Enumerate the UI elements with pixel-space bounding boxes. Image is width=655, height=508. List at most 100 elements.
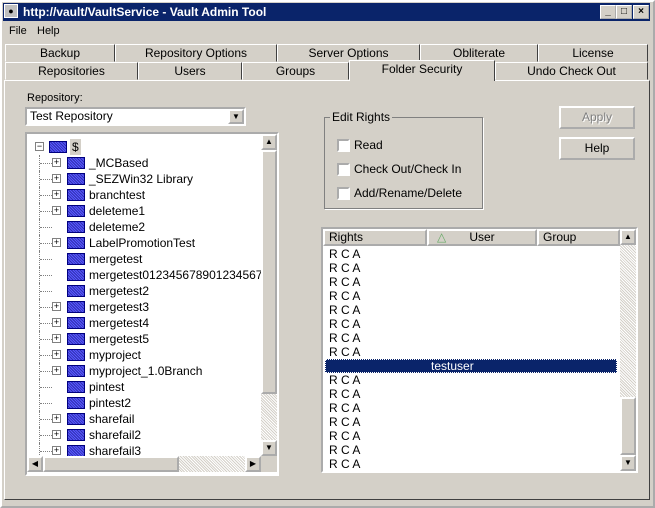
list-row[interactable]: R C A (325, 261, 617, 275)
scroll-left-button[interactable]: ◀ (27, 456, 43, 472)
tree-item[interactable]: mergetest01234567890123456789 (27, 267, 261, 283)
folder-tree[interactable]: − $ + _MCBased + _SEZWin32 Library + branchtest… (25, 132, 279, 476)
tree-item[interactable]: + sharefail2 (27, 427, 261, 443)
scroll-up-button[interactable]: ▲ (620, 229, 636, 245)
menu-help[interactable]: Help (37, 23, 60, 40)
maximize-button[interactable]: □ (616, 5, 632, 19)
column-header-group[interactable]: Group (537, 229, 620, 246)
expand-icon[interactable]: + (52, 414, 61, 423)
checkbox-add-rename-delete[interactable] (337, 187, 350, 200)
tree-item[interactable]: pintest (27, 379, 261, 395)
scroll-right-button[interactable]: ▶ (245, 456, 261, 472)
menu-file[interactable]: File (9, 23, 27, 40)
list-row[interactable]: testuser (325, 359, 617, 373)
tree-item[interactable]: mergetest2 (27, 283, 261, 299)
tab-groups[interactable]: Groups (242, 62, 349, 80)
title-bar[interactable]: http://vault/VaultService - Vault Admin … (3, 3, 650, 21)
scroll-down-button[interactable]: ▼ (261, 440, 277, 456)
tree-line (40, 419, 52, 420)
expand-icon[interactable]: + (52, 350, 61, 359)
list-row[interactable]: R C A (325, 303, 617, 317)
tree-item[interactable]: + mergetest5 (27, 331, 261, 347)
checkbox-label[interactable]: Check Out/Check In (354, 162, 461, 176)
tree-item[interactable]: + _MCBased (27, 155, 261, 171)
scroll-down-button[interactable]: ▼ (620, 455, 636, 471)
tab-repositories[interactable]: Repositories (5, 62, 138, 80)
checkbox-label[interactable]: Read (354, 138, 383, 152)
rights-list[interactable]: Rights △ User Group R C AR C AR C AR C AR… (321, 227, 638, 473)
checkbox-label[interactable]: Add/Rename/Delete (354, 186, 462, 200)
chevron-down-icon[interactable]: ▼ (228, 109, 244, 124)
list-row[interactable]: R C A (325, 457, 617, 471)
tree-item[interactable]: + sharefail (27, 411, 261, 427)
list-row[interactable]: R C A (325, 415, 617, 429)
folder-icon (67, 285, 85, 297)
list-row[interactable]: R C A (325, 317, 617, 331)
list-row[interactable]: R C A (325, 387, 617, 401)
tree-item[interactable]: + myproject (27, 347, 261, 363)
list-row[interactable]: R C A (325, 345, 617, 359)
list-row[interactable]: R C A (325, 275, 617, 289)
expand-icon[interactable]: + (52, 366, 61, 375)
column-header-rights[interactable]: Rights (323, 229, 427, 246)
tree-item-label: mergetest3 (89, 300, 150, 314)
minimize-button[interactable]: _ (600, 5, 616, 19)
tab-users[interactable]: Users (138, 62, 242, 80)
tree-item[interactable]: + _SEZWin32 Library (27, 171, 261, 187)
expand-icon[interactable]: + (52, 190, 61, 199)
tab-undo-check-out[interactable]: Undo Check Out (495, 62, 648, 80)
tree-item[interactable]: pintest2 (27, 395, 261, 411)
expand-icon[interactable]: + (52, 446, 61, 455)
tree-item[interactable]: + mergetest3 (27, 299, 261, 315)
tab-license[interactable]: License (538, 44, 648, 62)
tree-line (40, 291, 52, 292)
tab-folder-security[interactable]: Folder Security (349, 60, 495, 81)
checkbox-read[interactable] (337, 139, 350, 152)
expand-icon[interactable]: + (52, 302, 61, 311)
tree-item[interactable]: + LabelPromotionTest (27, 235, 261, 251)
expand-icon[interactable]: + (52, 174, 61, 183)
checkbox-check-out-check-in[interactable] (337, 163, 350, 176)
h-scroll-thumb[interactable] (43, 456, 179, 472)
expand-icon[interactable]: + (52, 334, 61, 343)
expand-icon[interactable]: + (52, 430, 61, 439)
app-icon[interactable]: ● (4, 4, 18, 18)
list-row[interactable]: R C A (325, 247, 617, 261)
tree-item-label: mergetest01234567890123456789 (89, 268, 261, 282)
collapse-icon[interactable]: − (35, 142, 44, 151)
tree-item[interactable]: + deleteme1 (27, 203, 261, 219)
repository-combo[interactable]: Test Repository ▼ (25, 107, 246, 126)
tree-item[interactable]: + sharefail3 (27, 443, 261, 456)
list-row[interactable]: R C A (325, 401, 617, 415)
tree-item[interactable]: + branchtest (27, 187, 261, 203)
tree-item[interactable]: + mergetest4 (27, 315, 261, 331)
tree-item-label: sharefail (89, 412, 135, 426)
list-row[interactable]: R C A (325, 289, 617, 303)
help-button[interactable]: Help (559, 137, 635, 160)
list-row[interactable]: R C A (325, 443, 617, 457)
column-header-user[interactable]: △ User (427, 229, 537, 246)
expand-icon[interactable]: + (52, 158, 61, 167)
tree-item[interactable]: mergetest (27, 251, 261, 267)
scroll-up-button[interactable]: ▲ (261, 134, 277, 150)
apply-button[interactable]: Apply (559, 106, 635, 129)
scroll-thumb[interactable] (620, 397, 636, 455)
list-vertical-scrollbar[interactable]: ▲ ▼ (620, 229, 636, 471)
tree-line (40, 435, 52, 436)
tree-vertical-scrollbar[interactable]: ▲ ▼ (261, 134, 277, 456)
folder-icon (67, 173, 85, 185)
tree-item[interactable]: + myproject_1.0Branch (27, 363, 261, 379)
tab-repository-options[interactable]: Repository Options (115, 44, 277, 62)
expand-icon[interactable]: + (52, 238, 61, 247)
expand-icon[interactable]: + (52, 206, 61, 215)
tree-line (40, 323, 52, 324)
expand-icon[interactable]: + (52, 318, 61, 327)
tree-horizontal-scrollbar[interactable]: ◀ ▶ (27, 456, 261, 472)
scroll-thumb[interactable] (261, 150, 277, 394)
list-row[interactable]: R C A (325, 373, 617, 387)
list-row[interactable]: R C A (325, 331, 617, 345)
tab-backup[interactable]: Backup (5, 44, 115, 62)
close-button[interactable]: × (633, 5, 649, 19)
tree-item[interactable]: deleteme2 (27, 219, 261, 235)
list-row[interactable]: R C A (325, 429, 617, 443)
